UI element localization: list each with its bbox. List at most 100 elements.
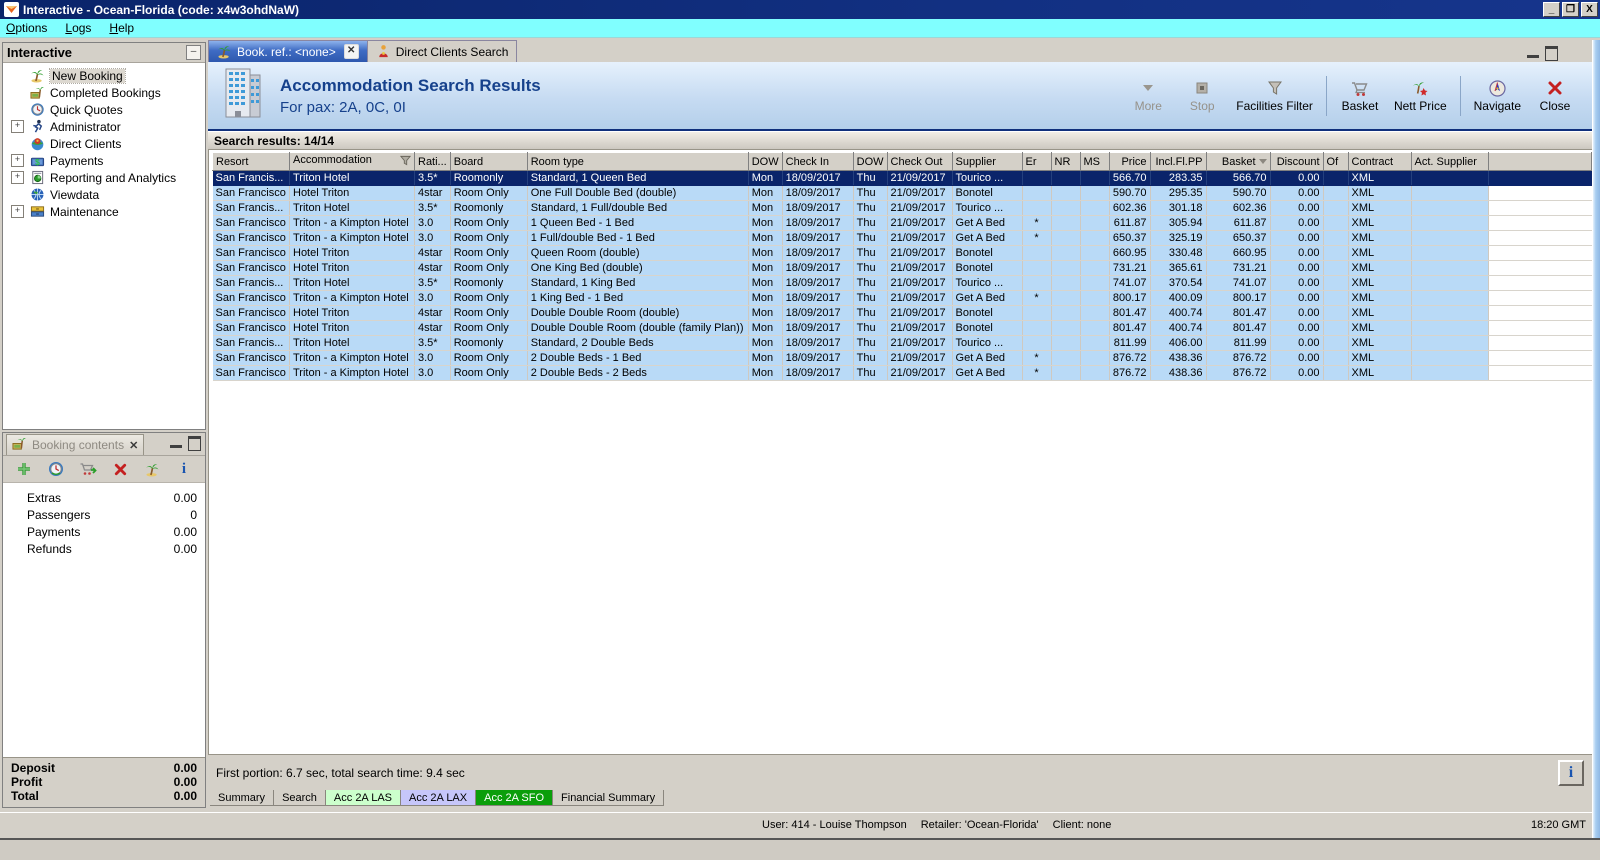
- table-row[interactable]: San Francis... Triton Hotel 3.5* Roomonly St…: [212, 200, 1592, 216]
- svg-text:$: $: [35, 157, 40, 167]
- column-header-supplier[interactable]: Supplier: [951, 152, 1023, 171]
- sidebar-item-maintenance[interactable]: + Maintenance: [3, 203, 205, 220]
- column-header-discount[interactable]: Discount: [1269, 152, 1324, 171]
- cell-act-supplier: [1411, 350, 1489, 366]
- booking-row-extras[interactable]: Extras 0.00: [3, 489, 205, 506]
- column-header-incl-fl-pp[interactable]: Incl.Fl.PP: [1149, 152, 1207, 171]
- sidebar-item-quick-quotes[interactable]: Quick Quotes: [3, 101, 205, 118]
- booking-row-payments[interactable]: Payments 0.00: [3, 523, 205, 540]
- panel-minimize-icon[interactable]: [170, 442, 182, 448]
- sidebar-item-direct-clients[interactable]: Direct Clients: [3, 135, 205, 152]
- facilities-filter-button[interactable]: Facilities Filter: [1229, 76, 1320, 115]
- tree-expander-icon[interactable]: +: [11, 171, 24, 184]
- menu-help[interactable]: Help: [109, 21, 134, 35]
- sidebar-item-administrator[interactable]: + Administrator: [3, 118, 205, 135]
- cell-room-type: Double Double Room (double): [527, 305, 749, 321]
- bottom-tab-acc-2a-sfo[interactable]: Acc 2A SFO: [476, 790, 554, 806]
- bottom-tab-summary[interactable]: Summary: [210, 790, 275, 806]
- bottom-tab-acc-2a-las[interactable]: Acc 2A LAS: [325, 790, 402, 806]
- cell-er: [1022, 305, 1052, 321]
- close-button[interactable]: Close: [1528, 76, 1582, 115]
- sidebar-item-payments[interactable]: + $ Payments: [3, 152, 205, 169]
- cell-rating: 3.0: [414, 230, 451, 246]
- column-header-board[interactable]: Board: [449, 152, 528, 171]
- table-row[interactable]: San Francisco Triton - a Kimpton Hotel 3.0…: [212, 290, 1592, 306]
- column-header-dow2[interactable]: DOW: [852, 152, 888, 171]
- table-row[interactable]: San Francisco Hotel Triton 4star Room Only O…: [212, 185, 1592, 201]
- cell-contract: XML: [1348, 170, 1412, 186]
- sidebar-item-completed-bookings[interactable]: Completed Bookings: [3, 84, 205, 101]
- tab-book-ref-none[interactable]: Book. ref.: <none> ✕: [208, 40, 368, 62]
- bottom-tab-search[interactable]: Search: [274, 790, 326, 806]
- table-row[interactable]: San Francis... Triton Hotel 3.5* Roomonly St…: [212, 170, 1592, 186]
- sidebar-item-new-booking[interactable]: New Booking: [3, 67, 205, 84]
- close-window-button[interactable]: X: [1581, 2, 1598, 17]
- table-row[interactable]: San Francisco Hotel Triton 4star Room Only D…: [212, 320, 1592, 336]
- column-header-accommodation[interactable]: Accommodation: [289, 152, 415, 171]
- filter-icon[interactable]: [399, 155, 412, 169]
- tab-close-icon[interactable]: ✕: [343, 44, 359, 59]
- column-header-of[interactable]: Of: [1322, 152, 1349, 171]
- sidebar-collapse-button[interactable]: –: [186, 45, 201, 60]
- cell-basket: 731.21: [1206, 260, 1271, 276]
- column-header-basket[interactable]: Basket: [1205, 152, 1271, 171]
- cart-arrow-icon[interactable]: [79, 460, 97, 478]
- mdi-minimize-icon[interactable]: [1527, 52, 1539, 58]
- bottom-tab-financial-summary[interactable]: Financial Summary: [553, 790, 665, 806]
- column-header-check-out[interactable]: Check Out: [886, 152, 953, 171]
- column-header-contract[interactable]: Contract: [1347, 152, 1412, 171]
- nett-price-button[interactable]: Nett Price: [1387, 76, 1454, 115]
- quick-quote-icon[interactable]: [47, 460, 65, 478]
- table-row[interactable]: San Francisco Triton - a Kimpton Hotel 3.0…: [212, 230, 1592, 246]
- column-header-rating[interactable]: Rati...: [414, 152, 451, 171]
- table-row[interactable]: San Francisco Triton - a Kimpton Hotel 3.0…: [212, 350, 1592, 366]
- basket-button[interactable]: Basket: [1333, 76, 1387, 115]
- info-button[interactable]: i: [1558, 759, 1584, 786]
- menu-logs[interactable]: Logs: [65, 21, 91, 35]
- table-row[interactable]: San Francisco Hotel Triton 4star Room Only O…: [212, 260, 1592, 276]
- delete-icon[interactable]: [111, 460, 129, 478]
- cell-of: [1323, 170, 1349, 186]
- banner-toolbar: More Stop Facilities Filter Basket Nett Pric…: [1121, 75, 1582, 116]
- column-header-resort[interactable]: Resort: [212, 152, 290, 171]
- cell-room-type: 2 Double Beds - 2 Beds: [527, 365, 749, 381]
- panel-maximize-icon[interactable]: [188, 436, 201, 451]
- column-header-dow1[interactable]: DOW: [747, 152, 783, 171]
- menu-options[interactable]: Options: [6, 21, 47, 35]
- table-row[interactable]: San Francis... Triton Hotel 3.5* Roomonly St…: [212, 335, 1592, 351]
- booking-contents-close-icon[interactable]: ✕: [129, 439, 138, 452]
- cell-check-out: 21/09/2017: [887, 320, 953, 336]
- info-icon[interactable]: i: [175, 460, 193, 478]
- column-header-room-type[interactable]: Room type: [526, 152, 749, 171]
- table-row[interactable]: San Francisco Hotel Triton 4star Room Only D…: [212, 305, 1592, 321]
- navigate-button[interactable]: Navigate: [1467, 76, 1528, 115]
- cell-act-supplier: [1411, 215, 1489, 231]
- booking-row-refunds[interactable]: Refunds 0.00: [3, 540, 205, 557]
- column-header-act-supplier[interactable]: Act. Supplier: [1410, 152, 1489, 171]
- table-row[interactable]: San Francisco Triton - a Kimpton Hotel 3.0…: [212, 365, 1592, 381]
- tree-expander-icon[interactable]: +: [11, 154, 24, 167]
- sidebar-item-viewdata[interactable]: Viewdata: [3, 186, 205, 203]
- minimize-window-button[interactable]: _: [1543, 2, 1560, 17]
- tree-expander-icon[interactable]: +: [11, 120, 24, 133]
- cell-ms: [1080, 185, 1110, 201]
- booking-contents-tab[interactable]: Booking contents ✕: [6, 434, 145, 455]
- table-row[interactable]: San Francisco Hotel Triton 4star Room Only Q…: [212, 245, 1592, 261]
- tree-expander-icon[interactable]: +: [11, 205, 24, 218]
- booking-row-passengers[interactable]: Passengers 0: [3, 506, 205, 523]
- add-icon[interactable]: [15, 460, 33, 478]
- table-row[interactable]: San Francisco Triton - a Kimpton Hotel 3.0…: [212, 215, 1592, 231]
- mdi-restore-icon[interactable]: [1545, 46, 1558, 61]
- palm-icon[interactable]: [143, 460, 161, 478]
- tab-direct-clients-search[interactable]: Direct Clients Search: [367, 40, 518, 62]
- column-header-nr[interactable]: NR: [1050, 152, 1081, 171]
- sidebar-item-reporting-and-analytics[interactable]: + Reporting and Analytics: [3, 169, 205, 186]
- cell-incl-fl-pp: 438.36: [1150, 350, 1207, 366]
- table-row[interactable]: San Francis... Triton Hotel 3.5* Roomonly St…: [212, 275, 1592, 291]
- restore-window-button[interactable]: ❐: [1562, 2, 1579, 17]
- column-header-price[interactable]: Price: [1108, 152, 1151, 171]
- column-header-ms[interactable]: MS: [1079, 152, 1110, 171]
- column-header-check-in[interactable]: Check In: [781, 152, 854, 171]
- column-header-er[interactable]: Er: [1021, 152, 1052, 171]
- bottom-tab-acc-2a-lax[interactable]: Acc 2A LAX: [401, 790, 477, 806]
